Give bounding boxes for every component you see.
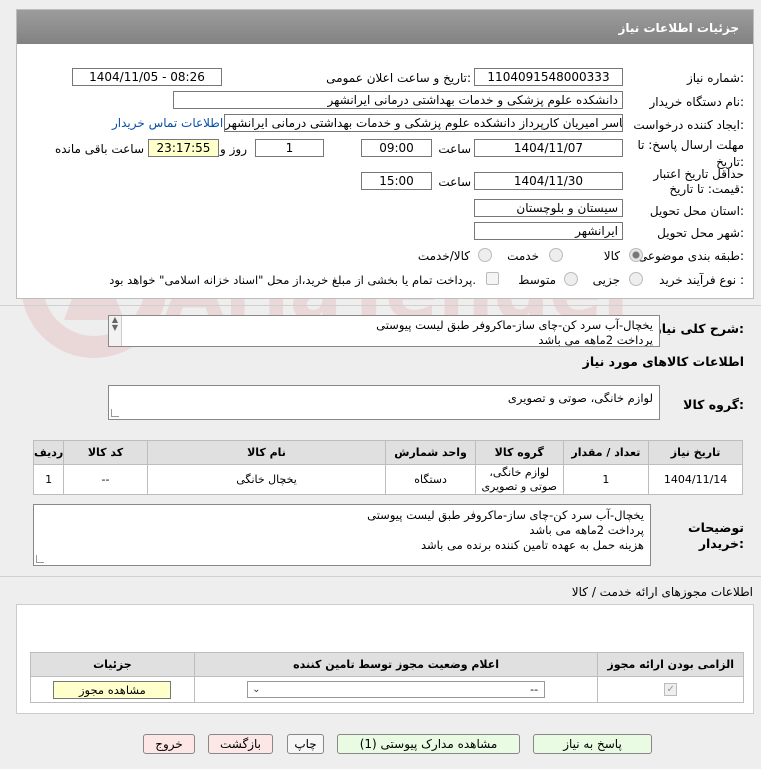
cell-name: یخچال خانگی bbox=[146, 464, 387, 495]
goods-table: ردیف کد کالا نام کالا واحد شمارش گروه کا… bbox=[32, 440, 743, 495]
panel-title: جزئیات اطلاعات نیاز bbox=[17, 10, 753, 44]
remaining-label: ساعت باقی مانده bbox=[54, 142, 144, 156]
chevron-down-icon: ⌄ bbox=[252, 684, 261, 695]
buyer-field: دانشکده علوم پزشکی و خدمات بهداشتی درمان… bbox=[173, 91, 623, 109]
exit-button[interactable]: خروج bbox=[143, 734, 195, 754]
goods-group-label: گروه کالا: bbox=[683, 397, 744, 412]
col-unit: واحد شمارش bbox=[385, 440, 476, 465]
validity-time-field: 15:00 bbox=[361, 172, 432, 190]
col-group: گروه کالا bbox=[474, 440, 564, 465]
reply-button[interactable]: پاسخ به نیاز bbox=[533, 734, 652, 754]
process-medium-label: متوسط bbox=[518, 273, 556, 287]
permits-title: اطلاعات مجوزهای ارائه خدمت / کالا bbox=[571, 585, 753, 599]
col-index: ردیف bbox=[32, 440, 65, 465]
cell-qty: 1 bbox=[562, 464, 650, 495]
days-label: روز و bbox=[220, 142, 247, 156]
category-service-label: خدمت bbox=[507, 249, 539, 263]
col-name: نام کالا bbox=[146, 440, 387, 465]
category-goods-label: کالا bbox=[603, 249, 620, 263]
buyer-notes-line-1: یخچال-آب سرد کن-چای ساز-ماکروفر طبق لیست… bbox=[367, 508, 644, 522]
category-both-radio[interactable] bbox=[478, 248, 492, 262]
treasury-note: پرداخت تمام یا بخشی از مبلغ خرید،از محل … bbox=[109, 273, 476, 287]
print-button[interactable]: چاپ bbox=[287, 734, 324, 754]
resize-grip-icon[interactable] bbox=[111, 409, 119, 417]
cell-unit: دستگاه bbox=[385, 464, 476, 495]
col-qty: تعداد / مقدار bbox=[562, 440, 650, 465]
goods-info-title: اطلاعات کالاهای مورد نیاز bbox=[582, 354, 744, 369]
process-label: نوع فرآیند خرید : bbox=[659, 273, 744, 287]
need-number-field: 1104091548000333 bbox=[474, 68, 623, 86]
attachments-button[interactable]: مشاهده مدارک پیوستی (1) bbox=[337, 734, 520, 754]
summary-line-1: یخچال-آب سرد کن-چای ساز-ماکروفر طبق لیست… bbox=[376, 318, 653, 332]
remaining-time-field: 23:17:55 bbox=[148, 139, 219, 157]
col-date: تاریخ نیاز bbox=[648, 440, 743, 465]
summary-line-2: پرداخت 2ماهه می باشد bbox=[538, 333, 653, 347]
city-field: ایرانشهر bbox=[474, 222, 623, 240]
required-checkbox[interactable]: ✓ bbox=[664, 683, 678, 696]
deadline-label: مهلت ارسال پاسخ: تا تاریخ: bbox=[637, 138, 744, 169]
col-code: کد کالا bbox=[63, 440, 148, 465]
table-row: مشاهده مجوز -- ⌄ ✓ bbox=[30, 676, 744, 703]
deadline-date-field: 1404/11/07 bbox=[474, 139, 623, 157]
need-number-label: شماره نیاز: bbox=[686, 71, 744, 85]
resize-grip-icon[interactable] bbox=[36, 555, 44, 563]
announce-label: تاریخ و ساعت اعلان عمومی: bbox=[326, 71, 471, 85]
creator-label: ایجاد کننده درخواست: bbox=[633, 118, 744, 132]
summary-label: شرح کلی نیاز: bbox=[654, 321, 745, 336]
permits-table: جزئیات اعلام وضعیت مجوز توسط تامین کننده… bbox=[30, 652, 744, 703]
buyer-contact-link[interactable]: اطلاعات تماس خریدار bbox=[112, 116, 223, 130]
buyer-notes-line-3: هزینه حمل به عهده تامین کننده برنده می ب… bbox=[420, 538, 644, 552]
announce-field: 1404/11/05 - 08:26 bbox=[72, 68, 222, 86]
deadline-time-label: ساعت bbox=[438, 142, 471, 156]
deadline-time-field: 09:00 bbox=[361, 139, 432, 157]
province-field: سیستان و بلوچستان bbox=[474, 199, 623, 217]
permit-status-value: -- bbox=[530, 683, 539, 696]
buyer-notes-textarea[interactable]: یخچال-آب سرد کن-چای ساز-ماکروفر طبق لیست… bbox=[33, 504, 651, 566]
goods-group-value: لوازم خانگی، صوتی و تصویری bbox=[507, 391, 653, 405]
validity-label: حداقل تاریخ اعتبار قیمت: تا تاریخ: bbox=[653, 167, 744, 196]
cell-index: 1 bbox=[32, 464, 65, 495]
city-label: شهر محل تحویل: bbox=[657, 226, 744, 240]
permit-status-select[interactable]: -- ⌄ bbox=[247, 681, 546, 698]
col-required: الزامی بودن ارائه مجوز bbox=[597, 652, 744, 677]
scroll-arrows-icon[interactable]: ▲ ▼ bbox=[109, 316, 122, 346]
col-status: اعلام وضعیت مجوز توسط تامین کننده bbox=[193, 652, 599, 677]
category-label: طبقه بندی موضوعی: bbox=[637, 249, 744, 263]
buyer-notes-line-2: پرداخت 2ماهه می باشد bbox=[529, 523, 644, 537]
buyer-label: نام دستگاه خریدار: bbox=[649, 95, 745, 109]
category-service-radio[interactable] bbox=[549, 248, 563, 262]
view-permit-button[interactable]: مشاهده مجوز bbox=[53, 680, 172, 699]
summary-textarea[interactable]: یخچال-آب سرد کن-چای ساز-ماکروفر طبق لیست… bbox=[108, 315, 660, 347]
back-button[interactable]: بازگشت bbox=[208, 734, 273, 754]
category-goods-radio[interactable] bbox=[629, 248, 643, 262]
category-both-label: کالا/خدمت bbox=[417, 249, 470, 263]
buyer-notes-label: توضیحات خریدار: bbox=[688, 520, 744, 551]
cell-date: 1404/11/14 bbox=[648, 464, 743, 495]
process-partial-radio[interactable] bbox=[629, 272, 643, 286]
process-medium-radio[interactable] bbox=[564, 272, 578, 286]
col-details: جزئیات bbox=[30, 652, 195, 677]
province-label: استان محل تحویل: bbox=[649, 204, 744, 218]
cell-group: لوازم خانگی، صوتی و تصویری bbox=[474, 464, 564, 495]
creator-field: یاسر امیریان کارپرداز دانشکده علوم پزشکی… bbox=[224, 114, 623, 132]
process-partial-label: جزیی bbox=[592, 273, 620, 287]
days-field: 1 bbox=[255, 139, 324, 157]
cell-code: -- bbox=[63, 464, 148, 495]
treasury-checkbox[interactable] bbox=[486, 272, 499, 285]
validity-time-label: ساعت bbox=[438, 175, 471, 189]
table-row: 1 -- یخچال خانگی دستگاه لوازم خانگی، صوت… bbox=[32, 464, 743, 495]
goods-group-field: لوازم خانگی، صوتی و تصویری bbox=[108, 385, 660, 420]
validity-date-field: 1404/11/30 bbox=[474, 172, 623, 190]
